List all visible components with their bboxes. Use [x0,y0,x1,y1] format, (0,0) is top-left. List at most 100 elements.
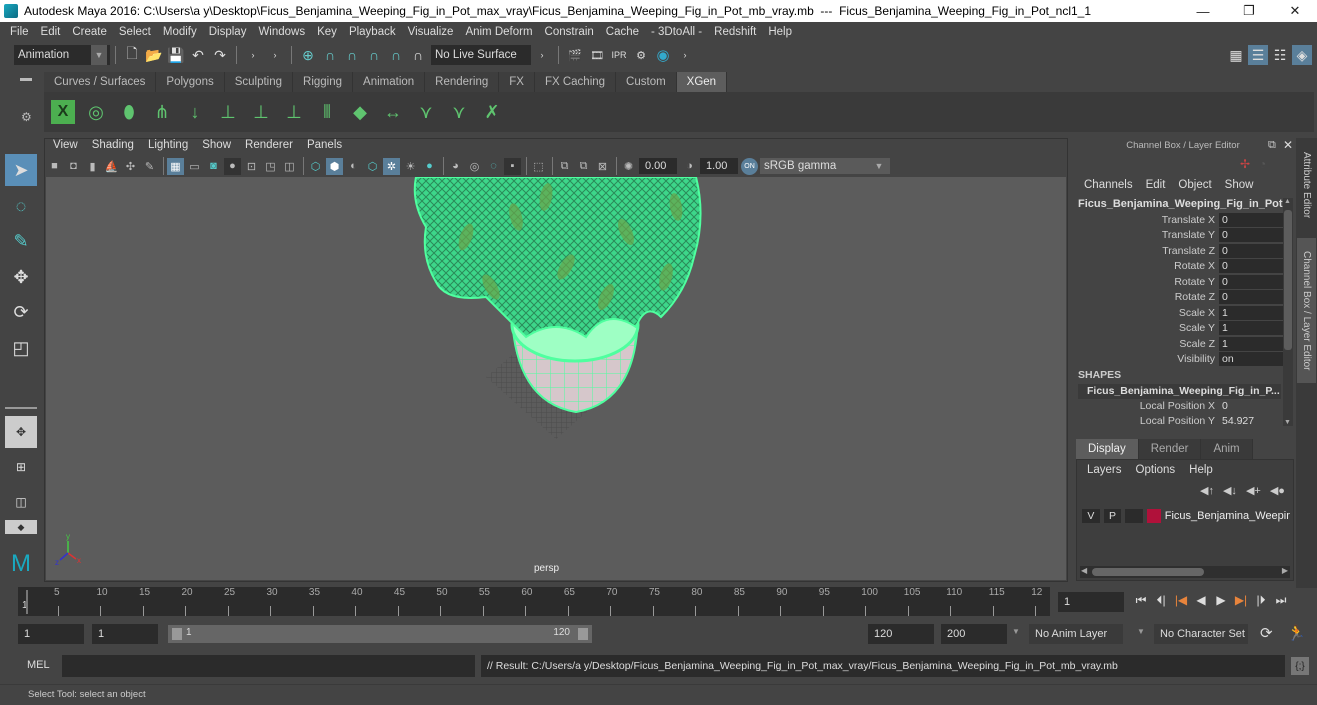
use-all-lights-icon[interactable]: ☀ [402,158,419,175]
select-camera-icon[interactable]: ■ [46,158,63,175]
shelf-tab-curves-surfaces[interactable]: Curves / Surfaces [44,72,157,92]
shape-name[interactable]: Ficus_Benjamina_Weeping_Fig_in_P... [1078,384,1281,399]
hypershade-icon[interactable]: ◉ [653,45,673,65]
xgen-clear-preview-icon[interactable]: ⬮ [114,96,144,128]
layer-menu-layers[interactable]: Layers [1080,464,1129,476]
play-backwards-icon[interactable]: ◀ [1192,591,1210,609]
current-time-indicator[interactable] [26,590,28,614]
channel-rotate-y[interactable]: Rotate Y 0 [1078,275,1283,290]
modeling-toolkit-icon[interactable]: ▦ [1226,45,1246,65]
select-guides-icon[interactable]: ⋎ [411,96,441,128]
render-view-icon[interactable]: 🎬 [565,45,585,65]
channel-value[interactable]: 0 [1219,259,1283,273]
animation-start-field[interactable]: 1 [18,624,84,644]
move-layer-down-icon[interactable]: ◀↓ [1223,484,1237,497]
shelf-tab-polygons[interactable]: Polygons [156,72,225,92]
menu-constrain[interactable]: Constrain [539,26,600,38]
depth-of-field-icon[interactable]: ▪ [504,157,521,175]
channel-value[interactable]: 0 [1219,275,1283,289]
channel-box-layer-editor-tab[interactable]: Channel Box / Layer Editor [1297,238,1316,383]
shelf-menu-icon[interactable] [20,78,32,81]
view-transform-dropdown[interactable]: sRGB gamma ▼ [760,158,890,174]
camera-attributes-icon[interactable]: ◘ [65,158,82,175]
cb-menu-channels[interactable]: Channels [1078,179,1140,191]
scrollbar-thumb[interactable] [1284,210,1292,350]
snap-live-icon[interactable]: ∩ [386,45,406,65]
exposure-field[interactable]: 0.00 [639,158,677,174]
channel-value[interactable]: 1 [1219,306,1283,320]
exposure-icon[interactable]: ✺ [620,158,637,175]
menu-set-dropdown[interactable]: Animation ▼ [14,45,110,65]
scroll-right-icon[interactable]: ▶ [1282,566,1288,575]
auto-key-icon[interactable]: ⟳ [1260,624,1273,642]
command-input[interactable] [62,655,475,677]
float-panel-icon[interactable]: ⧉ [1268,139,1276,152]
anim-layer-dropdown[interactable]: No Anim Layer [1029,624,1123,644]
menu-windows[interactable]: Windows [252,26,311,38]
step-back-key-icon[interactable]: |◀ [1172,591,1190,609]
step-forward-key-icon[interactable]: ▶| [1232,591,1250,609]
collapse-arrow-icon[interactable]: › [243,45,263,65]
snap-view-plane-icon[interactable]: ∩ [364,45,384,65]
scroll-down-icon[interactable]: ▼ [1284,419,1291,426]
snap-curve-icon[interactable]: ∩ [320,45,340,65]
menu-file[interactable]: File [4,26,35,38]
script-language-toggle[interactable]: MEL [27,659,50,671]
xray-icon[interactable]: ⧉ [556,158,573,175]
layer-tab-anim[interactable]: Anim [1201,439,1253,459]
channel-value[interactable]: on [1219,352,1283,366]
guides-icon[interactable]: ⫴ [312,96,342,128]
channel-value[interactable]: 0 [1219,399,1283,413]
gate-mask-icon[interactable]: ● [224,157,241,175]
layer-menu-help[interactable]: Help [1182,464,1220,476]
channel-value[interactable]: 0 [1219,290,1283,304]
viewport-menu-panels[interactable]: Panels [300,139,349,155]
script-editor-icon[interactable]: {;} [1291,657,1309,675]
shelf-settings-gear-icon[interactable]: ⚙ [21,110,32,124]
layer-tab-display[interactable]: Display [1076,439,1139,459]
render-settings-icon[interactable]: ⚙ [631,45,651,65]
shelf-tab-animation[interactable]: Animation [353,72,426,92]
channel-value[interactable]: 1 [1219,321,1283,335]
redo-icon[interactable]: ↷ [210,45,230,65]
snap-point-icon[interactable]: ∩ [342,45,362,65]
xray-joints-icon[interactable]: ⊠ [594,158,611,175]
viewport-menu-renderer[interactable]: Renderer [238,139,300,155]
step-back-frame-icon[interactable]: ⏴| [1152,591,1170,609]
shelf-tab-rendering[interactable]: Rendering [425,72,500,92]
new-empty-layer-icon[interactable]: ◀+ [1246,484,1261,497]
shelf-tab-rigging[interactable]: Rigging [293,72,354,92]
2d-pan-zoom-icon[interactable]: ✣ [122,158,139,175]
shelf-tab-sculpting[interactable]: Sculpting [224,72,294,92]
layer-horizontal-scrollbar[interactable]: ◀ ▶ [1080,566,1290,578]
textured-icon[interactable]: ✲ [383,157,400,175]
bookmark-icon[interactable]: ▮ [84,158,101,175]
single-pane-layout-icon[interactable]: ✥ [5,416,37,448]
lasso-tool-icon[interactable]: ◌ [5,190,37,222]
playback-end-field[interactable]: 120 [868,624,934,644]
viewport-menu-lighting[interactable]: Lighting [141,139,195,155]
range-end-handle[interactable] [578,628,588,640]
channel-rotate-x[interactable]: Rotate X 0 [1078,259,1283,274]
undo-icon[interactable]: ↶ [188,45,208,65]
channel-value[interactable]: 0 [1219,228,1283,242]
time-slider[interactable] [18,587,1050,616]
collapse-arrow-icon[interactable]: › [675,45,695,65]
tool-settings-icon[interactable]: ☷ [1270,45,1290,65]
xgen-patch-icon[interactable]: ◆ [345,96,375,128]
range-start-handle[interactable] [172,628,182,640]
delete-guides-icon[interactable]: ✗ [477,96,507,128]
channel-translate-x[interactable]: Translate X 0 [1078,213,1283,228]
select-tool-icon[interactable]: ➤ [5,154,37,186]
minimize-button[interactable]: — [1180,0,1226,22]
layer-display-type-toggle[interactable] [1125,509,1144,523]
guide-rebuild-icon[interactable]: ⋎ [444,96,474,128]
menu-visualize[interactable]: Visualize [402,26,460,38]
channel-scale-z[interactable]: Scale Z 1 [1078,337,1283,352]
menu-key[interactable]: Key [311,26,343,38]
channel-scale-y[interactable]: Scale Y 1 [1078,321,1283,336]
channel-local-position-y[interactable]: Local Position Y 54.927 [1078,414,1283,429]
collapse-arrow-icon[interactable]: › [265,45,285,65]
layer-color-swatch[interactable] [1147,509,1161,523]
new-scene-icon[interactable]: 🗋 [122,45,142,65]
